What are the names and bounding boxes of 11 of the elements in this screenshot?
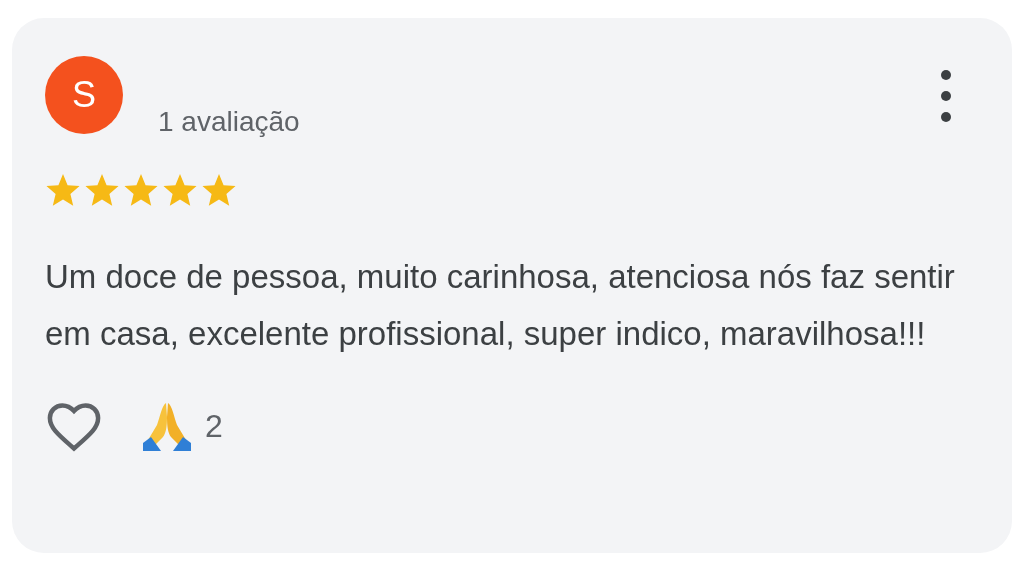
star-icon — [123, 174, 159, 208]
star-icon — [162, 174, 198, 208]
avatar: S — [45, 56, 123, 134]
star-icon — [201, 174, 237, 208]
review-count: 1 avaliação — [158, 106, 300, 138]
star-icon — [84, 174, 120, 208]
like-button[interactable] — [45, 400, 103, 452]
reaction-count: 2 — [205, 407, 223, 445]
star-icon — [45, 174, 81, 208]
review-text: Um doce de pessoa, muito carinhosa, atenciosa nós faz sentir em casa, excelente profissional, super indico, maravilhosa!!! — [45, 257, 956, 354]
praying-hands-icon — [141, 401, 193, 451]
